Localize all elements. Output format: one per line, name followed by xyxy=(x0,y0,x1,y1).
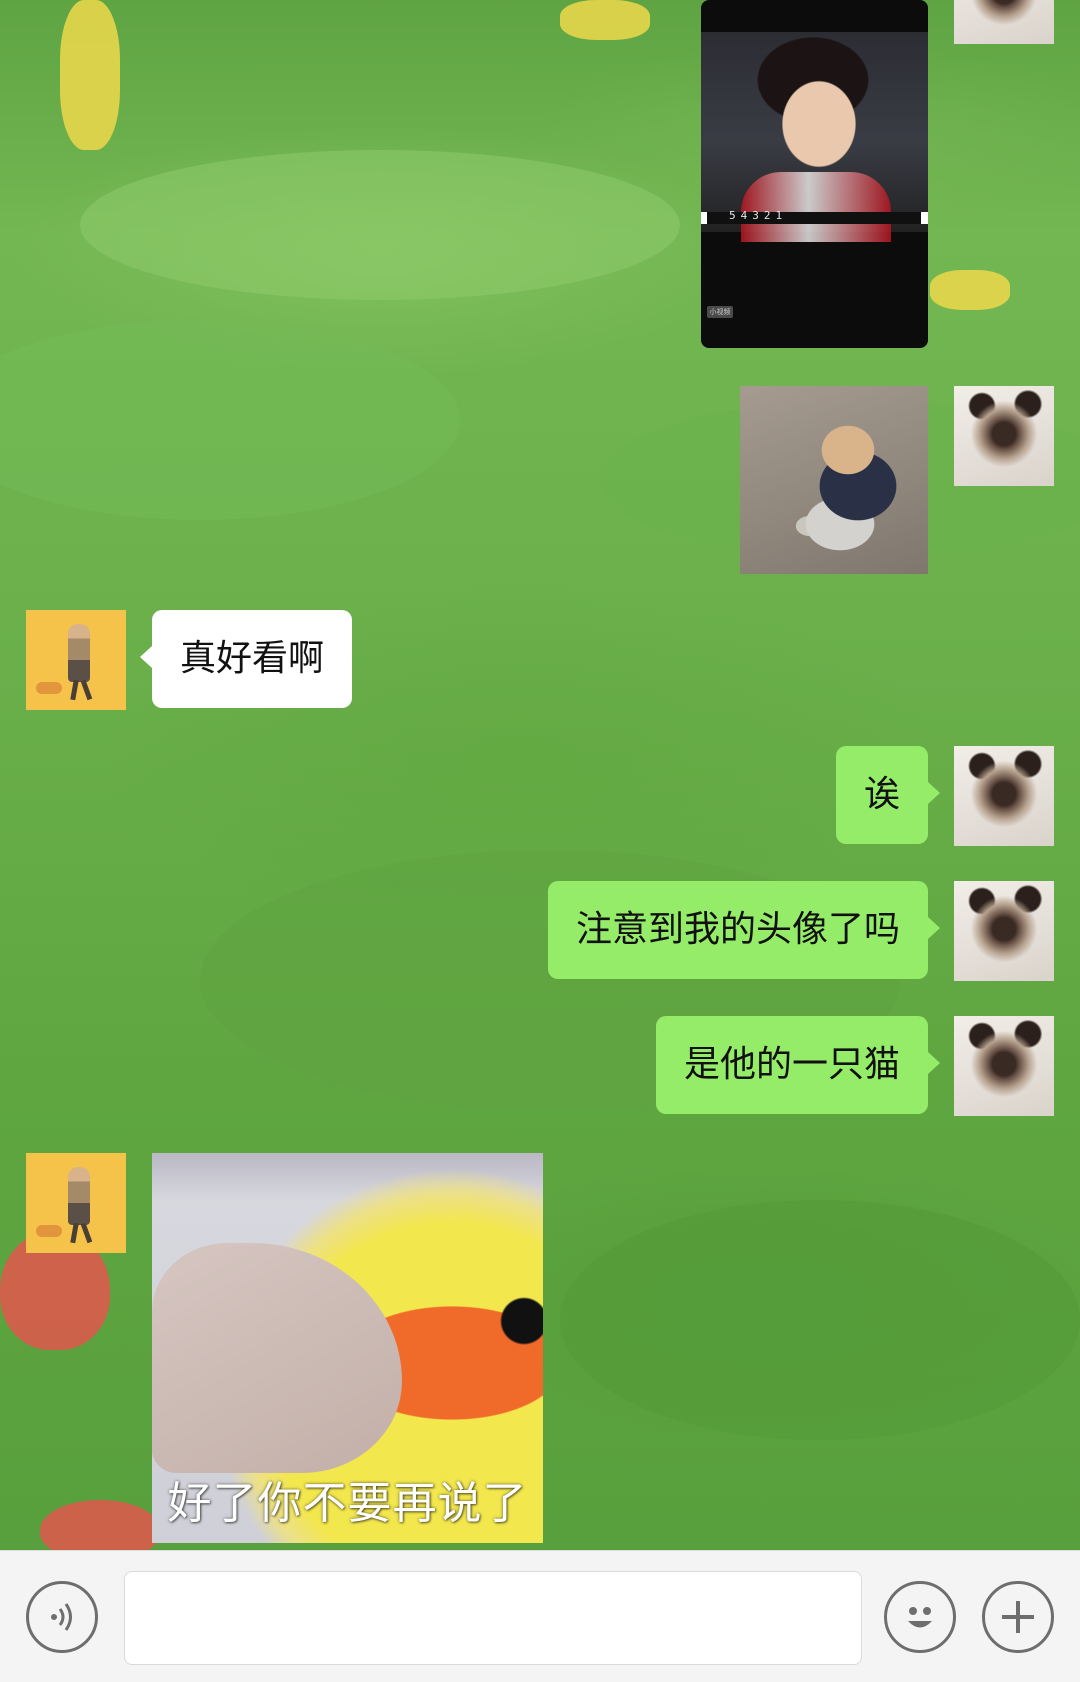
voice-icon xyxy=(51,1603,72,1631)
plus-icon xyxy=(1002,1601,1034,1633)
voice-button[interactable] xyxy=(26,1581,98,1653)
my-avatar[interactable] xyxy=(954,1016,1054,1116)
outgoing-text-bubble[interactable]: 注意到我的头像了吗 xyxy=(547,881,941,979)
message-input[interactable] xyxy=(124,1571,862,1665)
friend-avatar[interactable] xyxy=(26,610,126,710)
countdown-text: 54321 xyxy=(729,209,788,222)
my-avatar[interactable] xyxy=(954,0,1054,44)
sticker-image-message[interactable]: 好了你不要再说了 xyxy=(152,1153,543,1543)
emoji-icon xyxy=(908,1607,932,1628)
my-avatar[interactable] xyxy=(954,386,1054,486)
more-button[interactable] xyxy=(982,1581,1054,1653)
message-text: 是他的一只猫 xyxy=(683,1044,900,1085)
my-avatar[interactable] xyxy=(954,746,1054,846)
outgoing-text-bubble[interactable]: 诶 xyxy=(835,746,941,844)
video-thumbnail: 54321 xyxy=(701,32,928,242)
sticker-caption: 好了你不要再说了 xyxy=(167,1478,528,1529)
emoji-button[interactable] xyxy=(884,1581,956,1653)
message-text: 真好看啊 xyxy=(180,638,325,679)
friend-avatar[interactable] xyxy=(26,1153,126,1253)
message-text: 注意到我的头像了吗 xyxy=(575,909,900,950)
hand-image-area xyxy=(152,1243,402,1473)
outgoing-text-bubble[interactable]: 是他的一只猫 xyxy=(655,1016,941,1114)
video-tag: 小视频 xyxy=(707,306,733,318)
chat-input-bar xyxy=(0,1550,1080,1682)
video-image-message[interactable]: 54321 小视频 xyxy=(701,0,928,348)
my-avatar[interactable] xyxy=(954,881,1054,981)
image-message[interactable] xyxy=(740,386,928,574)
message-text: 诶 xyxy=(863,774,900,815)
incoming-text-bubble[interactable]: 真好看啊 xyxy=(139,610,353,708)
